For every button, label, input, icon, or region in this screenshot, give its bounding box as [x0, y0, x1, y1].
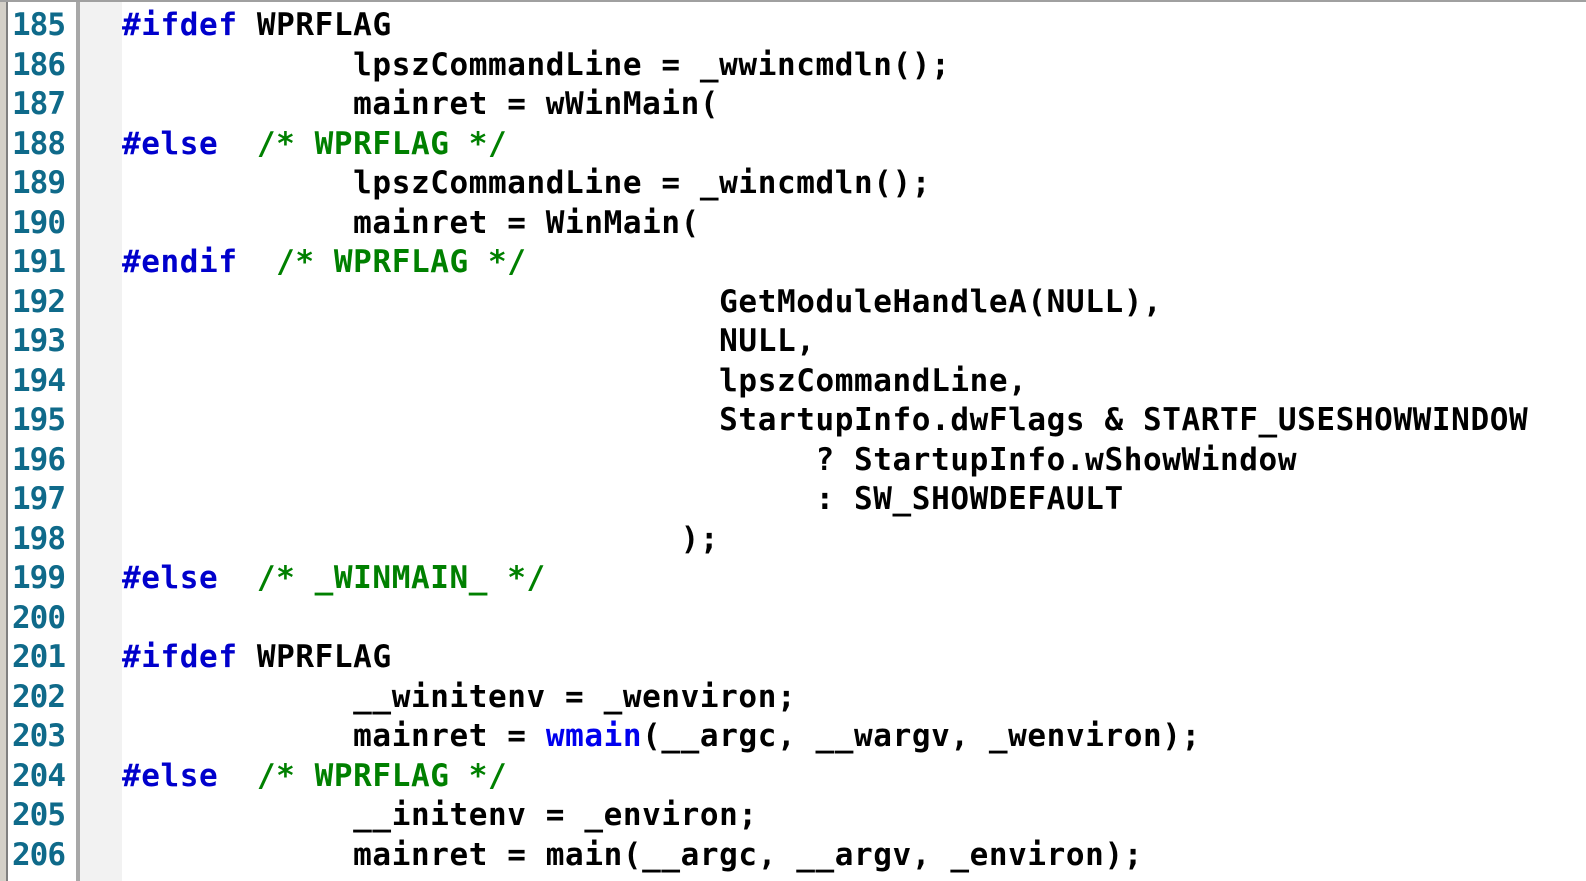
- line-number: 205: [12, 797, 66, 833]
- code-line[interactable]: 186 lpszCommandLine = _wwincmdln();: [0, 46, 1586, 86]
- code-line[interactable]: 195 StartupInfo.dwFlags & STARTF_USESHOW…: [0, 401, 1586, 441]
- line-number: 185: [12, 7, 66, 43]
- code-line[interactable]: 185 #ifdef WPRFLAG: [0, 6, 1586, 46]
- code-text: StartupInfo.dwFlags & STARTF_USESHOWWIND…: [122, 401, 1528, 441]
- code-line[interactable]: 197 : SW_SHOWDEFAULT: [0, 480, 1586, 520]
- line-number: 190: [12, 204, 66, 241]
- line-number: 188: [12, 125, 66, 162]
- code-line[interactable]: 187 mainret = wWinMain(: [0, 85, 1586, 125]
- code-line[interactable]: 190 mainret = WinMain(: [0, 204, 1586, 244]
- line-number: 203: [12, 718, 66, 754]
- code-line[interactable]: 188 #else /* WPRFLAG */: [0, 125, 1586, 165]
- code-token: WPRFLAG: [237, 7, 392, 43]
- line-number: 197: [12, 481, 66, 517]
- code-text: #else /* WPRFLAG */: [122, 125, 507, 165]
- code-text: lpszCommandLine,: [122, 362, 1027, 402]
- code-text: #ifdef WPRFLAG: [122, 6, 392, 46]
- line-number: 186: [12, 46, 66, 83]
- code-line[interactable]: 206 mainret = main(__argc, __argv, _envi…: [0, 836, 1586, 876]
- code-token: GetModuleHandleA(NULL),: [122, 283, 1163, 320]
- line-number: 193: [12, 323, 66, 359]
- code-text: lpszCommandLine = _wincmdln();: [122, 164, 931, 204]
- preprocessor-directive: #endif: [122, 244, 238, 280]
- code-text: #endif /* WPRFLAG */: [122, 243, 527, 283]
- code-text: mainret = wWinMain(: [122, 85, 719, 125]
- line-number: 195: [12, 402, 66, 438]
- code-token: mainret = WinMain(: [122, 204, 700, 241]
- line-number: 202: [12, 678, 66, 715]
- code-token: __winitenv = _wenviron;: [122, 678, 797, 715]
- code-token: ? StartupInfo.wShowWindow: [122, 441, 1298, 478]
- code-text: mainret = WinMain(: [122, 204, 700, 244]
- line-number: 191: [12, 244, 66, 280]
- code-line[interactable]: 200: [0, 599, 1586, 639]
- code-text: );: [122, 520, 719, 560]
- code-comment: /* WPRFLAG */: [218, 125, 508, 162]
- line-number: 189: [12, 165, 66, 201]
- code-text: #else /* WPRFLAG */: [122, 757, 507, 797]
- code-text: mainret = main(__argc, __argv, _environ)…: [122, 836, 1143, 876]
- line-number: 196: [12, 441, 66, 478]
- code-text: #ifdef WPRFLAG: [122, 638, 392, 678]
- code-comment: /* WPRFLAG */: [237, 244, 527, 280]
- code-line[interactable]: 203 mainret = wmain(__argc, __wargv, _we…: [0, 717, 1586, 757]
- code-text: __initenv = _environ;: [122, 796, 758, 836]
- line-number: 199: [12, 560, 66, 596]
- code-line[interactable]: 202 __winitenv = _wenviron;: [0, 678, 1586, 718]
- code-token: (__argc, __wargv, _wenviron);: [642, 718, 1201, 754]
- code-token: StartupInfo.dwFlags & STARTF_USESHOWWIND…: [122, 402, 1529, 438]
- code-line[interactable]: 196 ? StartupInfo.wShowWindow: [0, 441, 1586, 481]
- code-token: );: [122, 520, 720, 557]
- code-token: lpszCommandLine,: [122, 362, 1028, 399]
- code-line[interactable]: 198 );: [0, 520, 1586, 560]
- code-token: lpszCommandLine = _wwincmdln();: [122, 46, 951, 83]
- code-token: mainret = main(__argc, __argv, _environ)…: [122, 836, 1143, 873]
- preprocessor-directive: #else: [122, 560, 219, 596]
- code-token: mainret = wWinMain(: [122, 86, 720, 122]
- code-text: : SW_SHOWDEFAULT: [122, 480, 1124, 520]
- preprocessor-directive: #ifdef: [122, 7, 238, 43]
- code-token: WPRFLAG: [237, 639, 392, 675]
- code-line[interactable]: 199 #else /* _WINMAIN_ */: [0, 559, 1586, 599]
- preprocessor-directive: #ifdef: [122, 639, 238, 675]
- line-number: 201: [12, 639, 66, 675]
- code-text: lpszCommandLine = _wwincmdln();: [122, 46, 950, 86]
- line-number: 187: [12, 86, 66, 122]
- code-line[interactable]: 193 NULL,: [0, 322, 1586, 362]
- line-number: 200: [12, 599, 66, 636]
- code-token: lpszCommandLine = _wincmdln();: [122, 165, 932, 201]
- code-text: __winitenv = _wenviron;: [122, 678, 796, 718]
- code-editor[interactable]: 185 #ifdef WPRFLAG 186 lpszCommandLine = _…: [0, 0, 1586, 881]
- code-text: ? StartupInfo.wShowWindow: [122, 441, 1297, 481]
- function-name: wmain: [545, 718, 643, 754]
- code-line[interactable]: 189 lpszCommandLine = _wincmdln();: [0, 164, 1586, 204]
- line-number: 198: [12, 520, 66, 557]
- code-text: GetModuleHandleA(NULL),: [122, 283, 1162, 323]
- code-text: #else /* _WINMAIN_ */: [122, 559, 546, 599]
- code-line[interactable]: 204 #else /* WPRFLAG */: [0, 757, 1586, 797]
- preprocessor-directive: #else: [122, 125, 219, 162]
- code-comment: /* WPRFLAG */: [218, 757, 508, 794]
- code-line[interactable]: 194 lpszCommandLine,: [0, 362, 1586, 402]
- line-number: 192: [12, 283, 66, 320]
- code-line[interactable]: 201 #ifdef WPRFLAG: [0, 638, 1586, 678]
- line-number: 194: [12, 362, 66, 399]
- code-token: mainret =: [122, 718, 546, 754]
- code-text: mainret = wmain(__argc, __wargv, _wenvir…: [122, 717, 1201, 757]
- line-number: 206: [12, 836, 66, 873]
- preprocessor-directive: #else: [122, 757, 219, 794]
- code-line[interactable]: 191 #endif /* WPRFLAG */: [0, 243, 1586, 283]
- line-number: 204: [12, 757, 66, 794]
- code-token: NULL,: [122, 323, 816, 359]
- code-line[interactable]: 205 __initenv = _environ;: [0, 796, 1586, 836]
- code-token: __initenv = _environ;: [122, 797, 758, 833]
- code-line[interactable]: 192 GetModuleHandleA(NULL),: [0, 283, 1586, 323]
- code-text: NULL,: [122, 322, 816, 362]
- code-token: : SW_SHOWDEFAULT: [122, 481, 1124, 517]
- code-comment: /* _WINMAIN_ */: [218, 560, 546, 596]
